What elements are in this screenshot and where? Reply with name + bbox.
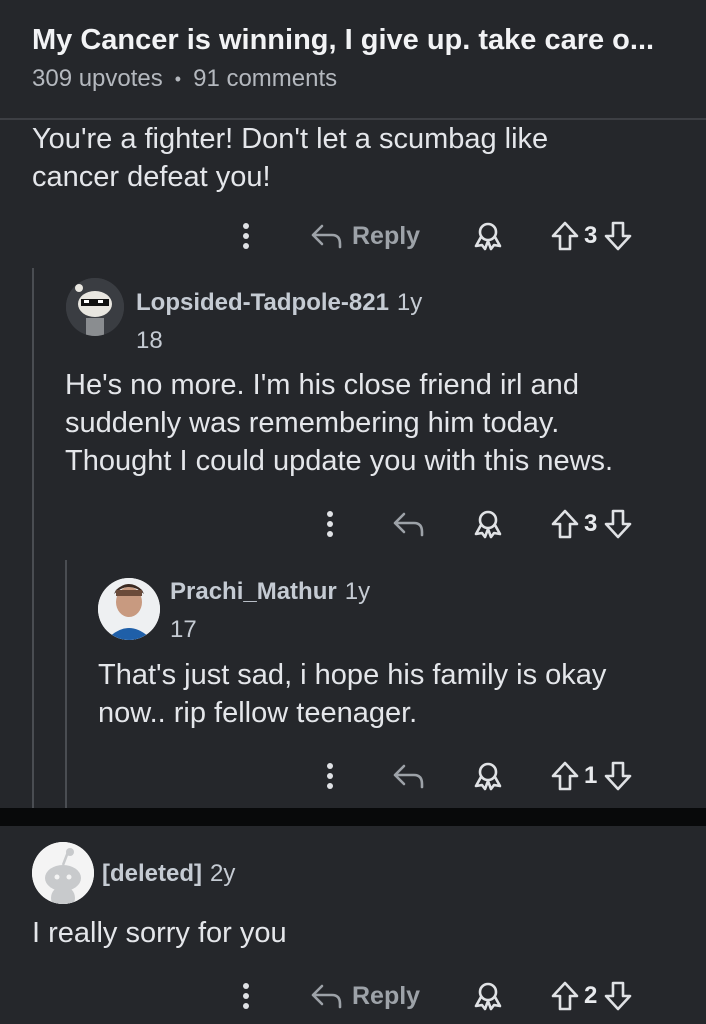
reply-icon	[393, 512, 424, 537]
vote-control: 1	[550, 756, 633, 796]
comment-body: I really sorry for you	[32, 914, 287, 952]
award-icon	[474, 222, 502, 251]
comment-score: 17	[170, 616, 197, 643]
reply-label: Reply	[352, 221, 421, 250]
avatar[interactable]	[98, 578, 160, 640]
award-button[interactable]	[472, 756, 504, 796]
downvote-icon[interactable]	[603, 980, 633, 1012]
avatar[interactable]	[32, 842, 94, 904]
award-icon	[474, 762, 502, 791]
more-options-icon	[327, 763, 333, 789]
vote-count: 3	[584, 510, 598, 537]
vote-count: 3	[584, 222, 598, 249]
comment-thread: You're a fighter! Don't let a scumbag li…	[0, 120, 706, 808]
downvote-icon[interactable]	[603, 220, 633, 252]
vote-count: 2	[584, 982, 598, 1009]
comment-age: 1y	[396, 289, 423, 316]
comment-age: 1y	[344, 578, 371, 605]
comment-text-line: Thought I could update you with this new…	[65, 445, 614, 477]
comment-text-line: suddenly was remembering him today.	[65, 407, 560, 439]
default-snoo-icon	[32, 842, 94, 904]
meta-separator: •	[174, 68, 182, 89]
username[interactable]: Prachi_Mathur	[170, 578, 337, 605]
award-button[interactable]	[472, 216, 504, 256]
award-icon	[474, 982, 502, 1011]
comment-text-line: That's just sad, i hope his family is ok…	[98, 659, 607, 691]
comment-score: 18	[136, 327, 163, 354]
reply-button[interactable]	[392, 504, 426, 544]
avatar-snoo-icon	[66, 278, 124, 336]
vote-control: 3	[550, 216, 633, 256]
username: [deleted]	[102, 860, 203, 887]
upvote-icon[interactable]	[550, 508, 580, 540]
comment-text-line: cancer defeat you!	[32, 161, 271, 193]
comment-text-line: He's no more. I'm his close friend irl a…	[65, 369, 579, 401]
vote-control: 2	[550, 976, 633, 1016]
comment-body: You're a fighter! Don't let a scumbag li…	[32, 120, 548, 196]
more-options-icon	[243, 983, 249, 1009]
comment-text-line: I really sorry for you	[32, 917, 287, 949]
comment-author[interactable]: [deleted] 2y	[102, 860, 235, 888]
vote-control: 3	[550, 504, 633, 544]
vote-count: 1	[584, 762, 598, 789]
thread-separator	[0, 808, 706, 826]
avatar-photo-icon	[98, 578, 160, 640]
more-options-icon	[327, 511, 333, 537]
comment-count[interactable]: 91 comments	[193, 65, 337, 93]
more-options-button[interactable]	[236, 976, 256, 1016]
post-title[interactable]: My Cancer is winning, I give up. take ca…	[32, 24, 654, 57]
comment-actions: 1	[0, 756, 706, 796]
more-options-button[interactable]	[236, 216, 256, 256]
upvote-icon[interactable]	[550, 220, 580, 252]
reply-icon	[311, 984, 342, 1009]
reply-button[interactable]: Reply	[310, 216, 420, 256]
avatar[interactable]	[66, 278, 124, 336]
reply-button[interactable]	[392, 756, 426, 796]
comment-text-line: You're a fighter! Don't let a scumbag li…	[32, 123, 549, 155]
comment-author[interactable]: Prachi_Mathur 1y	[170, 578, 370, 606]
reply-icon	[393, 764, 424, 789]
reply-button[interactable]: Reply	[310, 976, 420, 1016]
post-header: My Cancer is winning, I give up. take ca…	[0, 0, 706, 120]
comment-actions: Reply 2	[0, 976, 706, 1016]
comment-thread: [deleted] 2y I really sorry for you Reply…	[0, 826, 706, 1024]
downvote-icon[interactable]	[603, 760, 633, 792]
downvote-icon[interactable]	[603, 508, 633, 540]
upvote-count: 309 upvotes	[32, 65, 163, 92]
upvote-icon[interactable]	[550, 760, 580, 792]
username[interactable]: Lopsided-Tadpole-821	[136, 289, 389, 316]
more-options-button[interactable]	[320, 504, 340, 544]
more-options-button[interactable]	[320, 756, 340, 796]
comment-actions: 3	[0, 504, 706, 544]
award-button[interactable]	[472, 976, 504, 1016]
post-meta: 309 upvotes • 91 comments	[32, 65, 337, 93]
comment-text-line: now.. rip fellow teenager.	[98, 697, 418, 729]
upvote-icon[interactable]	[550, 980, 580, 1012]
comment-age: 2y	[210, 860, 236, 887]
comment-body: That's just sad, i hope his family is ok…	[98, 656, 606, 732]
reply-icon	[311, 224, 342, 249]
comment-body: He's no more. I'm his close friend irl a…	[65, 366, 613, 480]
comment-actions: Reply 3	[0, 216, 706, 256]
award-button[interactable]	[472, 504, 504, 544]
reply-label: Reply	[352, 981, 421, 1010]
more-options-icon	[243, 223, 249, 249]
award-icon	[474, 510, 502, 539]
comment-author[interactable]: Lopsided-Tadpole-821 1y	[136, 289, 422, 317]
